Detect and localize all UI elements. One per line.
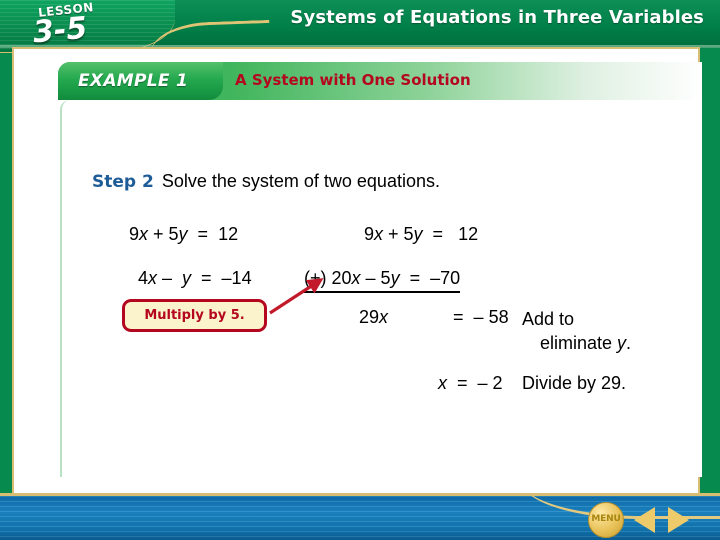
example-tab-label: EXAMPLE 1 bbox=[78, 71, 189, 91]
triangle-left-icon[interactable] bbox=[634, 507, 655, 533]
example-heading: A System with One Solution bbox=[235, 71, 471, 89]
header-banner: LESSON 3-5 Systems of Equations in Three… bbox=[0, 0, 720, 62]
triangle-right-icon[interactable] bbox=[668, 507, 689, 533]
footer-navigation-bar: MENU bbox=[0, 493, 720, 540]
multiply-callout-box: Multiply by 5. bbox=[122, 299, 267, 332]
equation-final: x = – 2 bbox=[438, 373, 503, 393]
multiply-callout-label: Multiply by 5. bbox=[144, 308, 245, 323]
slide-root: LESSON 3-5 Systems of Equations in Three… bbox=[0, 0, 720, 540]
equation-left-first: 9x + 5y = 12 bbox=[129, 224, 239, 244]
equation-sum: 29x = – 58 bbox=[359, 307, 509, 327]
step-label: Step 2 bbox=[92, 172, 154, 192]
step-line: Step 2 Solve the system of two equations. bbox=[92, 171, 440, 192]
step-instruction-text: Solve the system of two equations. bbox=[161, 171, 440, 191]
menu-button-label: MENU bbox=[591, 514, 621, 524]
annotation-divide: Divide by 29. bbox=[522, 373, 627, 393]
lesson-badge: LESSON 3-5 bbox=[0, 0, 175, 52]
annotation-add-line1: Add to bbox=[522, 309, 575, 329]
equation-left-second: 4x – y = –14 bbox=[138, 268, 252, 288]
equation-right-first: 9x + 5y = 12 bbox=[364, 224, 479, 244]
annotation-add-eliminate: Add to eliminate y. bbox=[522, 307, 631, 355]
chapter-title: Systems of Equations in Three Variables bbox=[290, 7, 704, 28]
annotation-add-line2: eliminate y. bbox=[540, 333, 632, 353]
menu-button[interactable]: MENU bbox=[588, 502, 624, 538]
lesson-number-label: 3-5 bbox=[31, 10, 89, 51]
equation-right-second: (+) 20x – 5y = –70 bbox=[304, 268, 461, 293]
content-page: EXAMPLE 1 A System with One Solution Ste… bbox=[12, 47, 702, 496]
example-tab: EXAMPLE 1 bbox=[58, 62, 223, 100]
